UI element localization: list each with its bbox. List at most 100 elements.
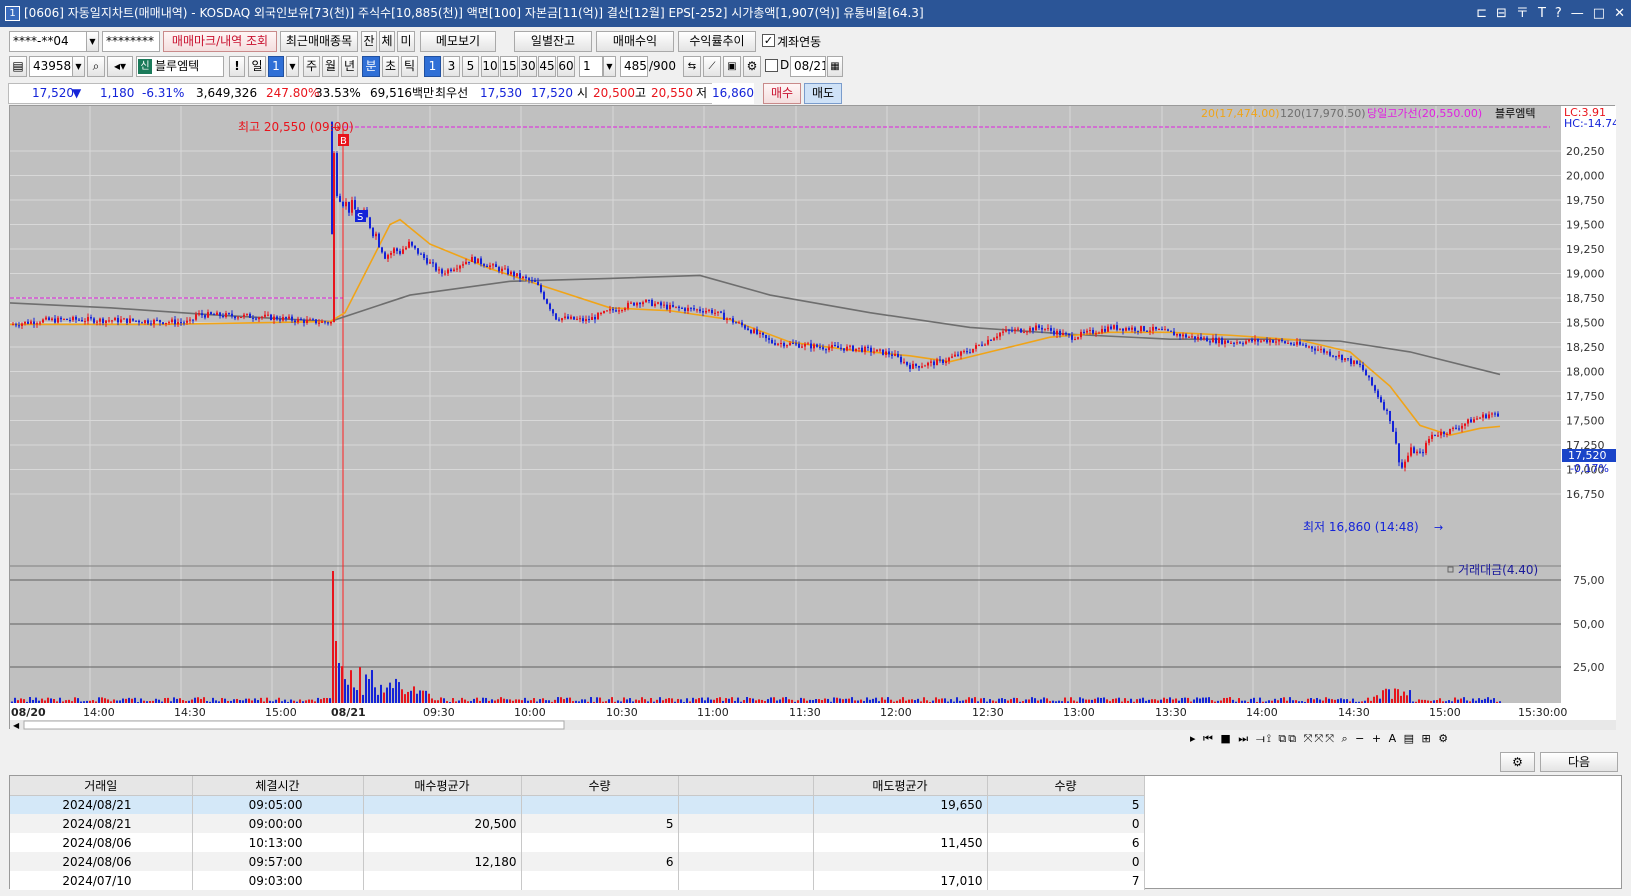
interval-60[interactable]: 60 <box>557 56 575 77</box>
scroll-thumb[interactable] <box>23 720 565 730</box>
chevron-down-icon[interactable]: ▼ <box>86 31 99 52</box>
dock-icon[interactable]: ⊏ <box>1476 0 1487 27</box>
maximize-button[interactable]: □ <box>1593 0 1605 27</box>
minimize-button[interactable]: — <box>1571 0 1584 27</box>
price-tick-label: 20,250 <box>1566 145 1605 158</box>
chevron-down-icon[interactable]: ▼ <box>286 56 299 77</box>
candle-body <box>954 354 956 357</box>
chevron-down-icon[interactable]: ▼ <box>72 56 85 77</box>
price-chart[interactable]: 최고 20,550 (09:00) → B S 최저 16,860 (14:48… <box>9 106 1619 730</box>
pin-icon[interactable]: 〒 <box>1516 0 1529 27</box>
account-link-checkbox[interactable]: ✓ <box>762 34 775 47</box>
unexecuted-button[interactable]: 미 <box>397 31 415 52</box>
menu-icon[interactable]: ▤ <box>9 56 27 77</box>
date-input[interactable]: 08/21 <box>790 56 826 77</box>
speaker-icon[interactable]: ◂▾ <box>107 56 133 77</box>
tile-icon[interactable]: ⊟ <box>1496 0 1507 27</box>
candle-body <box>1212 337 1214 343</box>
volume-bar <box>716 698 718 703</box>
volume-bar <box>710 699 712 703</box>
gear-icon[interactable]: ⚙ <box>743 56 761 77</box>
text-icon[interactable]: T <box>1538 0 1546 27</box>
draw-icon[interactable]: ⟋ <box>703 56 721 77</box>
period-day[interactable]: 일 <box>248 56 266 77</box>
close-button[interactable]: ✕ <box>1614 0 1625 27</box>
candle-body <box>105 320 107 323</box>
period-year[interactable]: 년 <box>341 56 358 77</box>
next-button[interactable]: 다음 <box>1540 752 1618 772</box>
interval-10[interactable]: 10 <box>481 56 499 77</box>
table-row[interactable]: 2024/08/06 10:13:00 11,450 6 <box>10 833 1145 852</box>
recent-trades-button[interactable]: 최근매매종목 <box>280 31 358 52</box>
daily-balance-button[interactable]: 일별잔고 <box>514 31 592 52</box>
candle-body <box>213 314 215 316</box>
volume-bar <box>401 689 403 703</box>
indicator-icon[interactable]: ⇆ <box>683 56 701 77</box>
search-icon[interactable]: ⌕ <box>87 56 105 77</box>
candle-body <box>768 338 770 340</box>
volume-bar <box>1157 700 1159 703</box>
chevron-down-icon[interactable]: ▼ <box>603 56 616 77</box>
save-icon[interactable]: ▣ <box>723 56 741 77</box>
col-sell-avg[interactable]: 매도평균가 <box>813 776 988 796</box>
interval-15[interactable]: 15 <box>500 56 518 77</box>
buy-button[interactable]: 매수 <box>763 83 801 104</box>
period-second[interactable]: 초 <box>382 56 399 77</box>
interval-5[interactable]: 5 <box>462 56 479 77</box>
interval-30[interactable]: 30 <box>519 56 537 77</box>
stock-name-field[interactable]: 신 블루엠텍 <box>136 56 224 77</box>
period-tick[interactable]: 틱 <box>401 56 418 77</box>
volume-bar <box>599 697 601 703</box>
return-trend-button[interactable]: 수익률추이 <box>678 31 756 52</box>
col-exec-time[interactable]: 체결시간 <box>192 776 364 796</box>
volume-bar <box>1334 699 1336 703</box>
sell-button[interactable]: 매도 <box>804 83 842 104</box>
col-blank[interactable] <box>678 776 814 796</box>
alert-icon[interactable]: ! <box>229 56 245 77</box>
volume-bar <box>422 690 424 703</box>
scroll-left-icon[interactable]: ◀ <box>13 721 20 730</box>
volume-bar <box>1217 700 1219 703</box>
candle-body <box>108 320 110 322</box>
balance-button[interactable]: 잔 <box>361 31 377 52</box>
executed-button[interactable]: 체 <box>379 31 395 52</box>
interval-3[interactable]: 3 <box>443 56 460 77</box>
trade-profit-button[interactable]: 매매수익 <box>596 31 674 52</box>
table-row[interactable]: 2024/08/21 09:00:00 20,500 5 0 <box>10 814 1145 833</box>
volume-bar <box>902 697 904 703</box>
settings-icon[interactable]: ⚙ <box>1500 752 1535 772</box>
period-week[interactable]: 주 <box>303 56 320 77</box>
candle-body <box>267 314 269 316</box>
period-month[interactable]: 월 <box>322 56 339 77</box>
table-row[interactable]: 2024/08/06 09:57:00 12,180 6 0 <box>10 852 1145 871</box>
help-icon[interactable]: ? <box>1555 0 1562 27</box>
interval-1[interactable]: 1 <box>424 56 441 77</box>
volume-bar <box>503 698 505 703</box>
volume-bar <box>1316 697 1318 703</box>
password-field[interactable]: ******** <box>102 31 160 52</box>
calendar-icon[interactable]: ▦ <box>827 56 843 77</box>
candle-body <box>84 321 86 323</box>
chart-tools[interactable]: ▸ ⏮ ■ ⏭ ⟞⟟ ⧉⧉ ⤧⤧⤧ ⌕ − + A ▤ ⊞ ⚙ <box>1190 732 1450 746</box>
memo-button[interactable]: 메모보기 <box>420 31 496 52</box>
candle-body <box>1170 330 1172 332</box>
col-buy-avg[interactable]: 매수평균가 <box>363 776 522 796</box>
multiplier-input[interactable]: 1 <box>579 56 603 77</box>
trade-mark-button[interactable]: 매매마크/내역 조회 <box>163 31 277 52</box>
stock-code-input[interactable]: 439580 <box>29 56 73 77</box>
table-row[interactable]: 2024/08/21 09:05:00 19,650 5 <box>10 795 1145 814</box>
volume-bar <box>1355 701 1357 703</box>
count-input[interactable]: 485 <box>620 56 648 77</box>
period-day-count[interactable]: 1 <box>268 56 284 77</box>
volume-bar <box>1271 700 1273 703</box>
candle-body <box>372 228 374 237</box>
date-checkbox[interactable] <box>765 59 778 72</box>
period-minute[interactable]: 분 <box>362 56 380 77</box>
chart-area[interactable]: 최고 20,550 (09:00) → B S 최저 16,860 (14:48… <box>9 105 1619 730</box>
col-trade-date[interactable]: 거래일 <box>10 776 193 796</box>
table-row[interactable]: 2024/07/10 09:03:00 17,010 7 <box>10 871 1145 890</box>
col-sell-qty[interactable]: 수량 <box>987 776 1145 796</box>
col-buy-qty[interactable]: 수량 <box>521 776 679 796</box>
interval-45[interactable]: 45 <box>538 56 556 77</box>
candle-body <box>771 339 773 344</box>
